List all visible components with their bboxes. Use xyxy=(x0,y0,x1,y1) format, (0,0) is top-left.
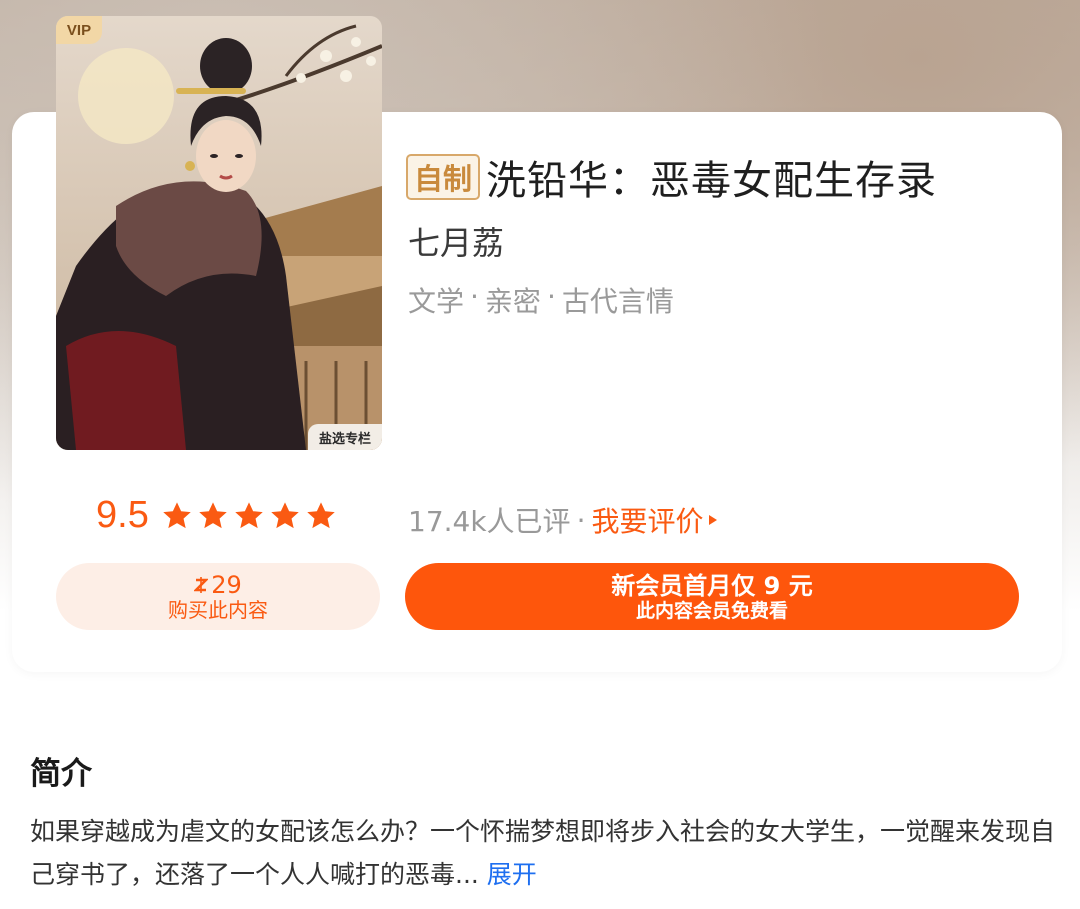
cover-illustration xyxy=(56,16,382,450)
tag-separator: · xyxy=(546,280,556,313)
star-icon xyxy=(307,501,335,528)
star-icon xyxy=(199,501,227,528)
buy-price: 29 xyxy=(194,572,242,598)
vip-badge: VIP xyxy=(56,16,102,44)
star-icon xyxy=(271,501,299,528)
membership-subtext: 此内容会员免费看 xyxy=(635,599,788,622)
star-icon xyxy=(235,501,263,528)
membership-button[interactable]: 新会员首月仅 9 元 此内容会员免费看 xyxy=(405,563,1019,630)
star-icon xyxy=(163,501,191,528)
tag-item[interactable]: 亲密 xyxy=(485,280,541,320)
self-produced-tag: 自制 xyxy=(406,154,481,200)
triangle-right-icon xyxy=(709,515,718,525)
write-review-link[interactable]: 我要评价 xyxy=(591,500,719,540)
expand-link[interactable]: 展开 xyxy=(487,860,537,889)
author-name[interactable]: 七月荔 xyxy=(408,218,504,264)
intro-body: 如果穿越成为虐文的女配该怎么办？一个怀揣梦想即将步入社会的女大学生，一觉醒来发现… xyxy=(30,817,1056,889)
category-tags: 文学 · 亲密 · 古代言情 xyxy=(408,280,674,320)
book-cover[interactable]: VIP 盐选专栏 xyxy=(56,16,382,450)
book-detail-page: VIP 盐选专栏 自制 洗铅华：恶毒女配生存录 七月荔 文学 · 亲密 · 古代… xyxy=(0,0,1080,909)
intro-text: 如果穿越成为虐文的女配该怎么办？一个怀揣梦想即将步入社会的女大学生，一觉醒来发现… xyxy=(30,810,1055,896)
column-badge: 盐选专栏 xyxy=(308,424,382,450)
tag-item[interactable]: 古代言情 xyxy=(562,280,674,320)
book-title: 洗铅华：恶毒女配生存录 xyxy=(486,158,938,204)
price-value: 29 xyxy=(211,570,242,599)
tag-item[interactable]: 文学 xyxy=(408,280,464,320)
review-count: 17.4k人已评 xyxy=(408,505,571,538)
write-review-label: 我要评价 xyxy=(591,505,704,538)
review-separator: · xyxy=(576,503,586,537)
title-row: 自制 洗铅华：恶毒女配生存录 xyxy=(406,148,937,206)
buy-label: 购买此内容 xyxy=(168,597,268,622)
review-info: 17.4k人已评 · 我要评价 xyxy=(408,500,719,540)
membership-offer: 新会员首月仅 9 元 xyxy=(611,571,813,600)
salt-coin-icon xyxy=(194,576,209,593)
star-rating xyxy=(161,500,341,532)
buy-content-button[interactable]: 29 购买此内容 xyxy=(56,563,380,630)
rating-score: 9.5 xyxy=(96,494,341,537)
tag-separator: · xyxy=(470,280,479,313)
score-value: 9.5 xyxy=(96,494,149,536)
intro-heading: 简介 xyxy=(30,756,92,792)
